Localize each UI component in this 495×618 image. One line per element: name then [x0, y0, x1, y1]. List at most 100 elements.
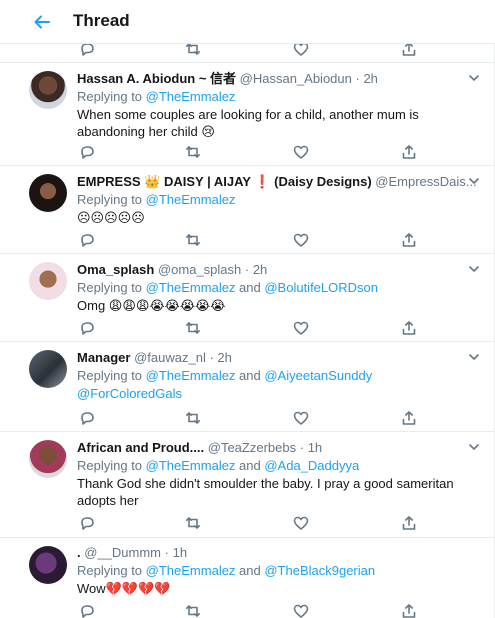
replying-to: Replying to @TheEmmalez and @AiyeetanSun… — [77, 368, 373, 383]
timestamp[interactable]: 1h — [173, 545, 187, 560]
like-button[interactable] — [290, 317, 312, 339]
share-button[interactable] — [398, 512, 420, 534]
tweet-actions — [76, 600, 416, 618]
tweet-item[interactable]: Oma_splash @oma_splash · 2h Replying to … — [0, 254, 495, 342]
like-button[interactable] — [290, 141, 312, 163]
tweet-actions — [76, 141, 416, 163]
mention-link[interactable]: @TheEmmalez — [146, 89, 236, 104]
tweet-text: Omg 😩😩😩😭😭😭😭😭 — [77, 298, 226, 313]
share-button[interactable] — [398, 317, 420, 339]
mention-link[interactable]: @TheEmmalez — [146, 458, 236, 473]
timestamp[interactable]: 2h — [253, 262, 267, 277]
heart-icon — [293, 604, 309, 618]
tweet-item[interactable]: Manager @fauwaz_nl · 2h Replying to @The… — [0, 342, 495, 432]
reply-icon — [81, 322, 94, 335]
share-button[interactable] — [398, 407, 420, 429]
mention-link[interactable]: @TheEmmalez — [146, 280, 236, 295]
heart-icon — [293, 411, 309, 425]
reply-button[interactable] — [76, 229, 98, 251]
display-name[interactable]: EMPRESS 👑 DAISY | AIJAY ❗ (Daisy Designs… — [77, 174, 372, 189]
reply-button[interactable] — [76, 512, 98, 534]
back-button[interactable] — [28, 8, 56, 36]
tweet-item[interactable]: . @__Dummm · 1h Replying to @TheEmmalez … — [0, 538, 495, 618]
display-name[interactable]: . — [77, 545, 81, 560]
replying-to: Replying to @TheEmmalez — [77, 192, 236, 207]
reply-button[interactable] — [76, 600, 98, 618]
heart-icon — [293, 516, 309, 530]
tweet-header: Manager @fauwaz_nl · 2h — [77, 350, 232, 365]
share-button[interactable] — [398, 229, 420, 251]
tweet-text: Thank God she didn't smoulder the baby. … — [77, 476, 454, 508]
tweet-text: Wow💔💔💔💔 — [77, 581, 171, 596]
replying-to: Replying to @TheEmmalez — [77, 89, 236, 104]
like-button[interactable] — [290, 512, 312, 534]
like-button[interactable] — [290, 600, 312, 618]
like-button[interactable] — [290, 229, 312, 251]
like-button[interactable] — [290, 407, 312, 429]
tweet-actions — [76, 512, 416, 534]
mention-link[interactable]: @TheBlack9gerian — [264, 563, 375, 578]
retweet-button[interactable] — [182, 600, 204, 618]
handle[interactable]: @Hassan_Abiodun — [240, 71, 352, 86]
share-icon — [402, 321, 416, 335]
reply-button[interactable] — [76, 141, 98, 163]
share-icon — [402, 145, 416, 159]
tweet-item[interactable]: EMPRESS 👑 DAISY | AIJAY ❗ (Daisy Designs… — [0, 166, 495, 254]
timestamp[interactable]: 1h — [308, 440, 322, 455]
timestamp[interactable]: 2h — [363, 71, 377, 86]
reply-button[interactable] — [76, 407, 98, 429]
mention-link[interactable]: @AiyeetanSunddy — [264, 368, 372, 383]
mention-link[interactable]: @TheEmmalez — [146, 368, 236, 383]
mention-link[interactable]: @Ada_Daddyya — [264, 458, 359, 473]
share-icon — [402, 233, 416, 247]
avatar[interactable] — [29, 350, 67, 388]
mention-link[interactable]: @BolutifeLORDson — [264, 280, 378, 295]
avatar[interactable] — [29, 262, 67, 300]
tweet-text: When some couples are looking for a chil… — [77, 107, 419, 139]
reply-button[interactable] — [76, 317, 98, 339]
handle[interactable]: @fauwaz_nl — [134, 350, 206, 365]
display-name[interactable]: Oma_splash — [77, 262, 154, 277]
retweet-icon — [186, 605, 200, 617]
page-title: Thread — [73, 11, 130, 30]
avatar[interactable] — [29, 546, 67, 584]
avatar[interactable] — [29, 71, 67, 109]
retweet-button[interactable] — [182, 141, 204, 163]
retweet-icon — [186, 517, 200, 529]
heart-icon — [293, 145, 309, 159]
handle[interactable]: @oma_splash — [158, 262, 241, 277]
tweet-header: African and Proud.... @TeaZzerbebs · 1h — [77, 440, 323, 455]
handle[interactable]: @EmpressDais... — [375, 174, 476, 189]
mention-link[interactable]: @TheEmmalez — [146, 192, 236, 207]
heart-icon — [293, 233, 309, 247]
retweet-button[interactable] — [182, 407, 204, 429]
retweet-icon — [186, 322, 200, 334]
tweet-header: Hassan A. Abiodun ~ 信者 @Hassan_Abiodun ·… — [77, 71, 378, 86]
share-icon — [402, 604, 416, 618]
share-button[interactable] — [398, 600, 420, 618]
retweet-button[interactable] — [182, 512, 204, 534]
tweet-item[interactable]: Hassan A. Abiodun ~ 信者 @Hassan_Abiodun ·… — [0, 63, 495, 166]
retweet-button[interactable] — [182, 229, 204, 251]
reply-icon — [81, 146, 94, 159]
share-icon — [402, 516, 416, 530]
mention-link[interactable]: @ForColoredGals — [77, 386, 182, 401]
tweet-item[interactable]: African and Proud.... @TeaZzerbebs · 1h … — [0, 432, 495, 538]
avatar[interactable] — [29, 440, 67, 478]
display-name[interactable]: Manager — [77, 350, 130, 365]
display-name[interactable]: Hassan A. Abiodun ~ 信者 — [77, 71, 236, 86]
tweet-header: Oma_splash @oma_splash · 2h — [77, 262, 268, 277]
thread-header: Thread — [0, 0, 495, 44]
handle[interactable]: @TeaZzerbebs — [208, 440, 296, 455]
handle[interactable]: @__Dummm — [84, 545, 161, 560]
mention-link[interactable]: @TheEmmalez — [146, 563, 236, 578]
tweet-actions — [76, 229, 416, 251]
retweet-button[interactable] — [182, 317, 204, 339]
tweet-header: . @__Dummm · 1h — [77, 545, 188, 560]
tweet-header: EMPRESS 👑 DAISY | AIJAY ❗ (Daisy Designs… — [77, 173, 477, 191]
retweet-icon — [186, 412, 200, 424]
share-button[interactable] — [398, 141, 420, 163]
display-name[interactable]: African and Proud.... — [77, 440, 204, 455]
timestamp[interactable]: 2h — [217, 350, 231, 365]
avatar[interactable] — [29, 174, 67, 212]
